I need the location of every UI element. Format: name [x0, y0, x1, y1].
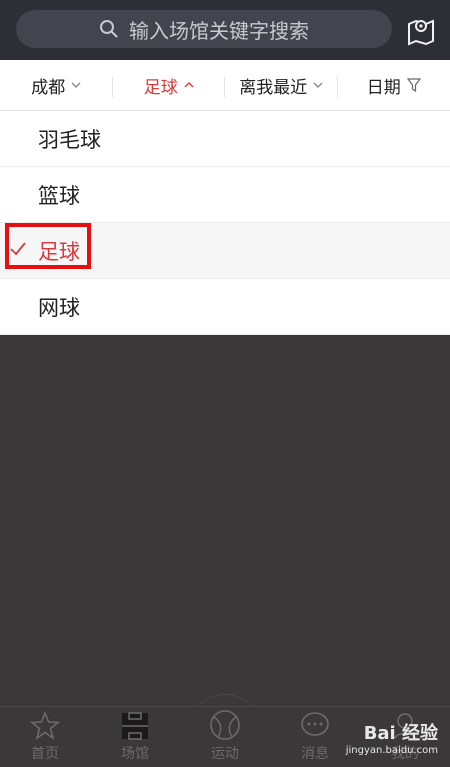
filter-date[interactable]: 日期 — [338, 73, 450, 98]
chevron-up-icon — [184, 82, 194, 88]
map-pin-icon[interactable] — [406, 14, 436, 46]
tab-sports[interactable]: 运动 — [180, 707, 270, 767]
filter-distance[interactable]: 离我最近 — [225, 73, 338, 98]
filter-city[interactable]: 成都 — [0, 73, 113, 98]
annotation-highlight-box — [5, 223, 91, 269]
sport-option-basketball[interactable]: 篮球 — [0, 167, 450, 223]
chevron-down-icon — [313, 82, 323, 88]
sport-option-badminton[interactable]: 羽毛球 — [0, 111, 450, 167]
baidu-jingyan-watermark: Bai 经验 jingyan.baidu.com — [346, 719, 438, 756]
search-icon — [99, 19, 119, 39]
ball-icon — [209, 709, 241, 741]
chat-bubble-icon — [300, 711, 330, 741]
court-icon — [121, 711, 149, 741]
sport-option-tennis[interactable]: 网球 — [0, 279, 450, 335]
top-header: 输入场馆关键字搜索 — [0, 0, 450, 60]
tab-venues[interactable]: 场馆 — [90, 707, 180, 767]
search-placeholder: 输入场馆关键字搜索 — [129, 15, 309, 44]
star-icon — [30, 711, 60, 741]
filter-funnel-icon — [407, 78, 421, 92]
filter-bar: 成都 足球 离我最近 日期 — [0, 60, 450, 111]
tab-home[interactable]: 首页 — [0, 707, 90, 767]
search-input[interactable]: 输入场馆关键字搜索 — [16, 10, 392, 48]
chevron-down-icon — [71, 82, 81, 88]
filter-sport[interactable]: 足球 — [113, 73, 226, 98]
